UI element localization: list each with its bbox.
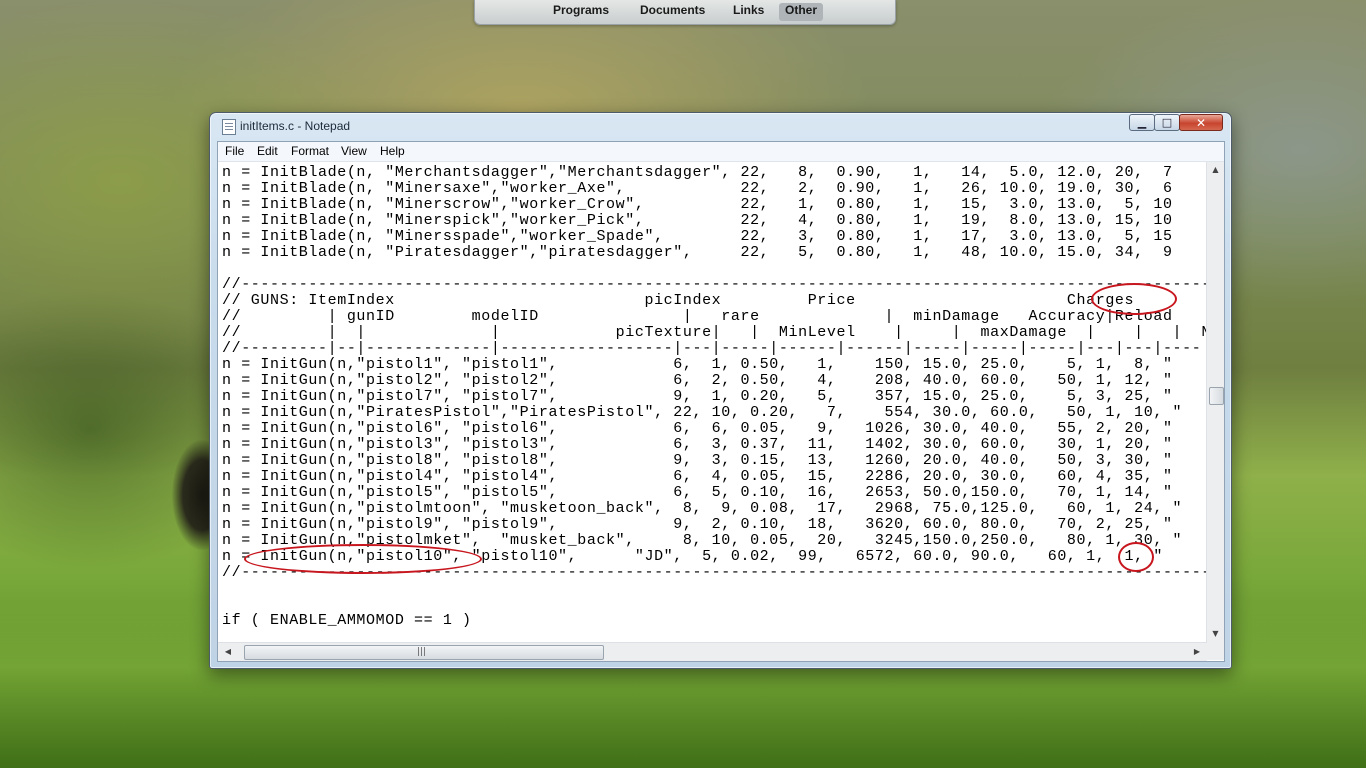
code-line: n = InitBlade(n, "Minersspade","worker_S… (222, 228, 1173, 245)
code-line: n = InitGun(n,"pistol7", "pistol7", 9, 1… (222, 388, 1173, 405)
code-line: n = InitBlade(n, "Piratesdagger","pirate… (222, 244, 1173, 261)
launcher-tab-other[interactable]: Other (779, 3, 824, 21)
window-title: initItems.c - Notepad (240, 119, 351, 133)
menu-format[interactable]: Format (288, 144, 332, 158)
launcher-tab-documents[interactable]: Documents (634, 3, 711, 21)
menu-help[interactable]: Help (377, 144, 408, 158)
caption-buttons: ▁ □ ✕ (1129, 114, 1223, 132)
code-line: if ( ENABLE_AMMOMOD == 1 ) (222, 612, 472, 629)
vertical-scroll-thumb[interactable] (1209, 387, 1224, 405)
notepad-window: initItems.c - Notepad ▁ □ ✕ File Edit Fo… (209, 112, 1232, 669)
maximize-icon: □ (1161, 116, 1173, 129)
grip-icon: ||| (417, 647, 427, 657)
title-bar[interactable]: initItems.c - Notepad ▁ □ ✕ (210, 113, 1231, 141)
menu-edit[interactable]: Edit (254, 144, 281, 158)
close-icon: ✕ (1195, 116, 1207, 130)
launcher-tab-links[interactable]: Links (727, 3, 770, 21)
scroll-left-icon[interactable]: ◀ (220, 644, 236, 660)
launcher-bar: Programs Documents Links Other (474, 0, 896, 25)
menu-file[interactable]: File (222, 144, 247, 158)
scroll-up-icon[interactable]: ▲ (1207, 162, 1224, 178)
code-line: n = InitBlade(n, "Minersaxe","worker_Axe… (222, 180, 1173, 197)
close-button[interactable]: ✕ (1179, 114, 1223, 131)
code-line: n = InitBlade(n, "Minerscrow","worker_Cr… (222, 196, 1173, 213)
text-editor[interactable]: n = InitBlade(n, "Merchantsdagger","Merc… (218, 162, 1207, 642)
notepad-icon[interactable] (222, 119, 236, 135)
vertical-scrollbar[interactable]: ▲ ▼ (1206, 162, 1224, 642)
launcher-tab-programs[interactable]: Programs (547, 3, 615, 21)
scroll-down-icon[interactable]: ▼ (1207, 626, 1224, 642)
code-line: n = InitBlade(n, "Merchantsdagger","Merc… (222, 164, 1173, 181)
code-line: n = InitGun(n,"pistol9", "pistol9", 9, 2… (222, 516, 1173, 533)
client-area: File Edit Format View Help n = InitBlade… (217, 141, 1225, 662)
code-line: n = InitGun(n,"pistol4", "pistol4", 6, 4… (222, 468, 1173, 485)
horizontal-scroll-thumb[interactable]: ||| (244, 645, 604, 660)
scroll-right-icon[interactable]: ▶ (1189, 644, 1205, 660)
pistol10-annotation (244, 544, 482, 574)
code-line: n = InitGun(n,"pistol3", "pistol3", 6, 3… (222, 436, 1173, 453)
code-line: //---------|--|-------------|-----------… (222, 340, 1202, 357)
code-line: n = InitGun(n,"PiratesPistol","PiratesPi… (222, 404, 1183, 421)
code-line: n = InitBlade(n, "Minerspick","worker_Pi… (222, 212, 1173, 229)
size-grip[interactable] (1207, 642, 1224, 660)
minimize-button[interactable]: ▁ (1129, 114, 1155, 131)
code-line: n = InitGun(n,"pistol2", "pistol2", 6, 2… (222, 372, 1173, 389)
charge-value-annotation (1118, 542, 1154, 572)
menu-bar: File Edit Format View Help (218, 142, 1224, 162)
code-line: n = InitGun(n,"pistol5", "pistol5", 6, 5… (222, 484, 1173, 501)
code-line: // | gunID modelID | rare | minDamage Ac… (222, 308, 1173, 325)
code-line: n = InitGun(n,"pistol1", "pistol1", 6, 1… (222, 356, 1173, 373)
code-line: n = InitGun(n,"pistolmtoon", "musketoon_… (222, 500, 1183, 517)
code-line: n = InitGun(n,"pistol6", "pistol6", 6, 6… (222, 420, 1173, 437)
code-line: // | | | picTexture| | MinLevel | | maxD… (222, 324, 1207, 341)
maximize-button[interactable]: □ (1154, 114, 1180, 131)
menu-view[interactable]: View (338, 144, 370, 158)
horizontal-scrollbar[interactable]: ◀ ||| ▶ (218, 642, 1207, 661)
code-line: n = InitGun(n,"pistol8", "pistol8", 9, 3… (222, 452, 1173, 469)
code-line: // GUNS: ItemIndex picIndex Price Charge… (222, 292, 1135, 309)
code-line: //--------------------------------------… (222, 276, 1207, 293)
minimize-icon: ▁ (1137, 116, 1147, 129)
charges-annotation (1091, 283, 1177, 315)
